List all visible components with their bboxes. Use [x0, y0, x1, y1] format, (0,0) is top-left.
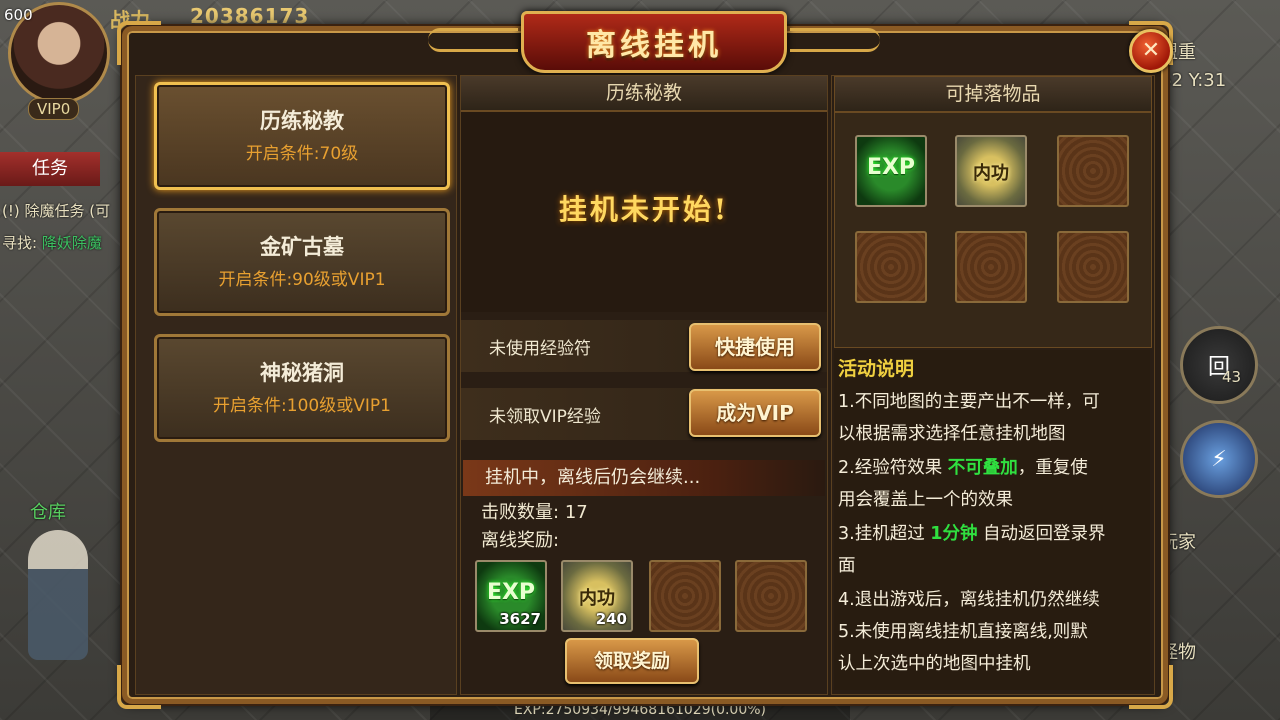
vip-exp-row: 未领取VIP经验 成为VIP — [461, 388, 827, 440]
desc-line: 1.不同地图的主要产出不一样，可 — [838, 392, 1100, 412]
lightning-icon: ⚡ — [1211, 446, 1227, 472]
desc-line: 以根据需求选择任意挂机地图 — [838, 424, 1066, 444]
vip-badge[interactable]: VIP0 — [28, 98, 80, 120]
activity-description-box: 活动说明 1.不同地图的主要产出不一样，可 以根据需求选择任意挂机地图 2.经验… — [834, 350, 1150, 690]
become-vip-button[interactable]: 成为VIP — [689, 389, 821, 437]
desc-text: ，重复使 — [1017, 458, 1088, 478]
desc-line: 认上次选中的地图中挂机 — [838, 654, 1031, 674]
drops-box: 可掉落物品 EXP 内功 — [834, 76, 1152, 348]
activity-description-title: 活动说明 — [838, 358, 915, 380]
vip-exp-label: 未领取VIP经验 — [489, 407, 601, 427]
desc-highlight: 1分钟 — [930, 524, 978, 544]
drop-slot-empty — [1057, 231, 1129, 303]
map-condition: 开启条件:70级 — [245, 144, 359, 164]
close-button[interactable]: ✕ — [1129, 29, 1173, 73]
info-panel: 可掉落物品 EXP 内功 活动说明 1.不同地图的主要产出不一样，可 以根据需求… — [831, 75, 1155, 695]
reward-slot-exp[interactable]: EXP 3627 — [475, 560, 547, 632]
desc-text: 3.挂机超过 — [838, 524, 931, 544]
map-condition: 开启条件:100级或VIP1 — [213, 396, 391, 416]
exp-icon: EXP — [486, 580, 536, 605]
claim-reward-button[interactable]: 领取奖励 — [565, 638, 699, 684]
close-x-icon: ✕ — [1141, 38, 1161, 63]
map-item-lilian-mijiao[interactable]: 历练秘教 开启条件:70级 — [154, 82, 450, 190]
desc-text: 自动返回登录界 — [977, 524, 1106, 544]
neigong-icon: 内功 — [579, 588, 615, 609]
skill-lightning-button[interactable]: ⚡ — [1180, 420, 1258, 498]
kill-count-value: 17 — [564, 502, 588, 523]
reward-count: 240 — [595, 610, 627, 628]
exp-charm-label: 未使用经验符 — [489, 339, 591, 359]
offline-reward-label: 离线奖励: — [481, 530, 560, 551]
map-list-panel: 历练秘教 开启条件:70级 金矿古墓 开启条件:90级或VIP1 神秘猪洞 开启… — [135, 75, 457, 695]
neigong-icon: 内功 — [973, 163, 1009, 184]
drop-slot-exp[interactable]: EXP — [855, 135, 927, 207]
task-tab[interactable]: 任务 — [0, 152, 100, 186]
desc-line: 面 — [838, 556, 856, 576]
quick-use-button[interactable]: 快捷使用 — [689, 323, 821, 371]
task-find-link[interactable]: 降妖除魔 — [42, 234, 102, 252]
map-name: 历练秘教 — [260, 109, 344, 133]
desc-line: 2.经验符效果 不可叠加，重复使 — [838, 452, 1148, 484]
drop-slot-empty — [855, 231, 927, 303]
map-condition: 开启条件:90级或VIP1 — [218, 270, 386, 290]
reward-slot-neigong[interactable]: 内功 240 — [561, 560, 633, 632]
frame-corner-ornament — [117, 21, 161, 65]
reward-count: 3627 — [499, 610, 541, 628]
selected-map-header: 历练秘教 — [461, 76, 827, 112]
offline-afk-dialog: 离线挂机 ✕ 历练秘教 开启条件:70级 金矿古墓 开启条件:90级或VIP1 … — [117, 11, 1173, 709]
desc-line: 3.挂机超过 1分钟 自动返回登录界 — [838, 518, 1148, 550]
task-find-line[interactable]: 寻找: 降妖除魔 — [2, 232, 102, 253]
reward-slot-empty — [649, 560, 721, 632]
npc-figure[interactable] — [28, 530, 88, 660]
afk-status-panel: 历练秘教 挂机未开始! 未使用经验符 快捷使用 未领取VIP经验 成为VIP 挂… — [460, 75, 828, 695]
afk-status-text: 挂机未开始! — [558, 193, 730, 226]
desc-highlight: 不可叠加 — [947, 458, 1018, 478]
status-area: 挂机未开始! — [461, 112, 827, 312]
drop-slot-empty — [955, 231, 1027, 303]
reward-slot-empty — [735, 560, 807, 632]
task-find-label: 寻找: — [2, 234, 38, 252]
desc-text: 2.经验符效果 — [838, 458, 948, 478]
kill-count-line: 击败数量: 17 — [481, 498, 588, 524]
map-item-shenmi-zhudong[interactable]: 神秘猪洞 开启条件:100级或VIP1 — [154, 334, 450, 442]
coords-readout: 62 Y:31 — [1160, 70, 1227, 91]
drops-header: 可掉落物品 — [835, 77, 1151, 113]
map-name: 金矿古墓 — [260, 235, 344, 259]
recall-count: 43 — [1222, 368, 1242, 386]
desc-line: 5.未使用离线挂机直接离线,则默 — [838, 622, 1088, 642]
drop-slot-empty — [1057, 135, 1129, 207]
dialog-title-banner: 离线挂机 — [428, 11, 880, 73]
exp-charm-row: 未使用经验符 快捷使用 — [461, 320, 827, 372]
task-entry[interactable]: (!) 除魔任务 (可 — [2, 200, 110, 221]
dialog-title: 离线挂机 — [586, 28, 722, 63]
combat-power-value: 20386173 — [190, 4, 310, 28]
recall-button[interactable]: 回 — [1180, 326, 1258, 404]
drop-slot-neigong[interactable]: 内功 — [955, 135, 1027, 207]
warehouse-label[interactable]: 仓库 — [30, 498, 66, 524]
exp-icon: EXP — [866, 155, 916, 180]
kill-count-label: 击败数量: — [481, 502, 560, 523]
map-item-jinkuang-gumu[interactable]: 金矿古墓 开启条件:90级或VIP1 — [154, 208, 450, 316]
map-name: 神秘猪洞 — [260, 361, 344, 385]
offline-continue-note: 挂机中，离线后仍会继续... — [463, 460, 825, 496]
desc-line: 用会覆盖上一个的效果 — [838, 490, 1013, 510]
player-level: 600 — [4, 6, 33, 24]
desc-line: 4.退出游戏后，离线挂机仍然继续 — [838, 590, 1100, 610]
